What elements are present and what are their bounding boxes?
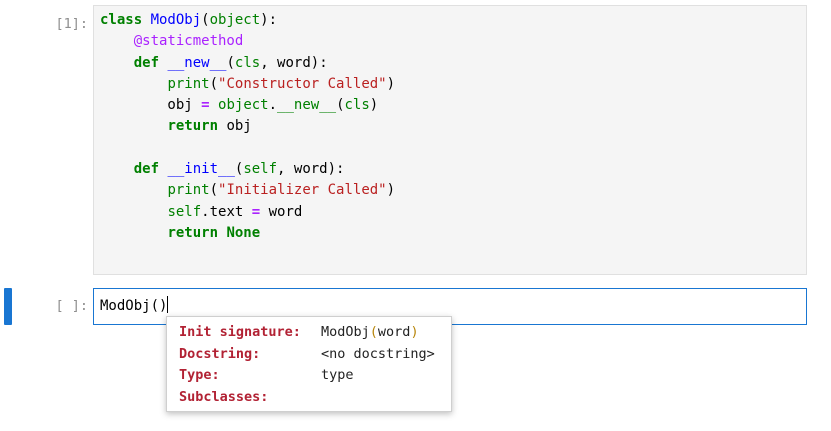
code-token: cls	[234, 54, 261, 71]
code-token: (	[226, 54, 235, 71]
code-token: ModObj	[150, 12, 202, 28]
tooltip-key: Subclasses:	[179, 388, 269, 405]
code-token: =	[251, 203, 261, 220]
code-token: self	[243, 161, 278, 178]
tooltip-row-signature: Init signature: ModObj(word)	[179, 322, 451, 344]
code-line: def __init__(self, word):	[100, 161, 345, 178]
tooltip-key: Docstring:	[179, 345, 261, 362]
code-token: =	[201, 97, 210, 114]
code-token: object	[218, 97, 269, 114]
code-token: def	[133, 161, 168, 178]
code-token: )	[369, 97, 379, 114]
code-token: )	[386, 75, 396, 92]
code-token: self	[167, 203, 202, 220]
tooltip-key: Type:	[179, 367, 220, 383]
code-line: obj = object.__new__(cls)	[100, 97, 378, 113]
code-token: (	[209, 182, 219, 199]
code-token: return	[167, 224, 219, 241]
code-token: ):	[260, 12, 278, 28]
code-token: @staticmethod	[133, 33, 244, 50]
code-token: .text	[201, 203, 252, 220]
close-paren: )	[159, 298, 168, 314]
tooltip-row-docstring: Docstring: <no docstring>	[179, 344, 451, 366]
code-token: "Initializer Called"	[218, 182, 387, 199]
code-token: .	[268, 97, 278, 114]
code-line: print("Initializer Called")	[100, 182, 395, 198]
cell-prompt: [1]:	[55, 16, 88, 32]
code-line: return None	[100, 225, 260, 241]
signature-open-paren: (	[369, 324, 378, 340]
code-token: obj	[100, 97, 202, 114]
input-text: ModObj	[100, 298, 151, 314]
code-token: print	[167, 75, 210, 92]
code-token: return	[167, 118, 219, 135]
code-line: return obj	[100, 118, 252, 135]
code-line: def __new__(cls, word):	[100, 55, 328, 71]
code-token: print	[167, 182, 210, 199]
code-token: __new__	[167, 54, 227, 71]
code-token: "Constructor Called"	[218, 75, 387, 92]
code-token: (	[209, 75, 219, 92]
tooltip-value: ModObj(word)	[321, 322, 419, 344]
code-token: __new__	[277, 97, 337, 114]
code-editor[interactable]: class ModObj(object): @staticmethod def …	[93, 5, 807, 275]
code-token: class	[100, 12, 151, 28]
open-paren: (	[150, 298, 160, 314]
code-token: , word):	[277, 161, 345, 178]
code-line: self.text = word	[100, 204, 302, 220]
code-token: None	[226, 224, 261, 241]
signature-close-paren: )	[410, 324, 419, 340]
tooltip-row-subclasses: Subclasses:	[179, 387, 451, 409]
tooltip-row-type: Type: type	[179, 365, 451, 387]
code-token: )	[386, 182, 396, 199]
tooltip-value: type	[321, 367, 354, 383]
signature-args: word	[377, 324, 411, 340]
code-line: class ModObj(object):	[100, 12, 277, 28]
code-token: word	[260, 203, 303, 220]
code-token: cls	[344, 97, 370, 114]
code-line: print("Constructor Called")	[100, 76, 395, 92]
notebook-page: [1]: class ModObj(object): @staticmethod…	[0, 0, 831, 431]
code-token: __init__	[167, 161, 235, 178]
code-token: object	[209, 12, 261, 28]
code-content[interactable]: class ModObj(object): @staticmethod def …	[94, 6, 806, 244]
inspect-tooltip[interactable]: Init signature: ModObj(word) Docstring: …	[166, 316, 452, 412]
code-line: @staticmethod	[100, 33, 244, 50]
cell-prompt: [ ]:	[55, 298, 88, 314]
code-token: (	[336, 97, 345, 114]
tooltip-value: <no docstring>	[321, 345, 435, 362]
code-token: obj	[218, 118, 252, 135]
code-token: , word):	[260, 54, 328, 71]
text-cursor	[167, 296, 169, 313]
code-token: def	[133, 54, 168, 71]
code-content[interactable]: ModObj()	[94, 289, 806, 317]
tooltip-key: Init signature:	[179, 324, 301, 340]
signature-name: ModObj	[321, 324, 370, 340]
code-token: (	[201, 12, 210, 28]
